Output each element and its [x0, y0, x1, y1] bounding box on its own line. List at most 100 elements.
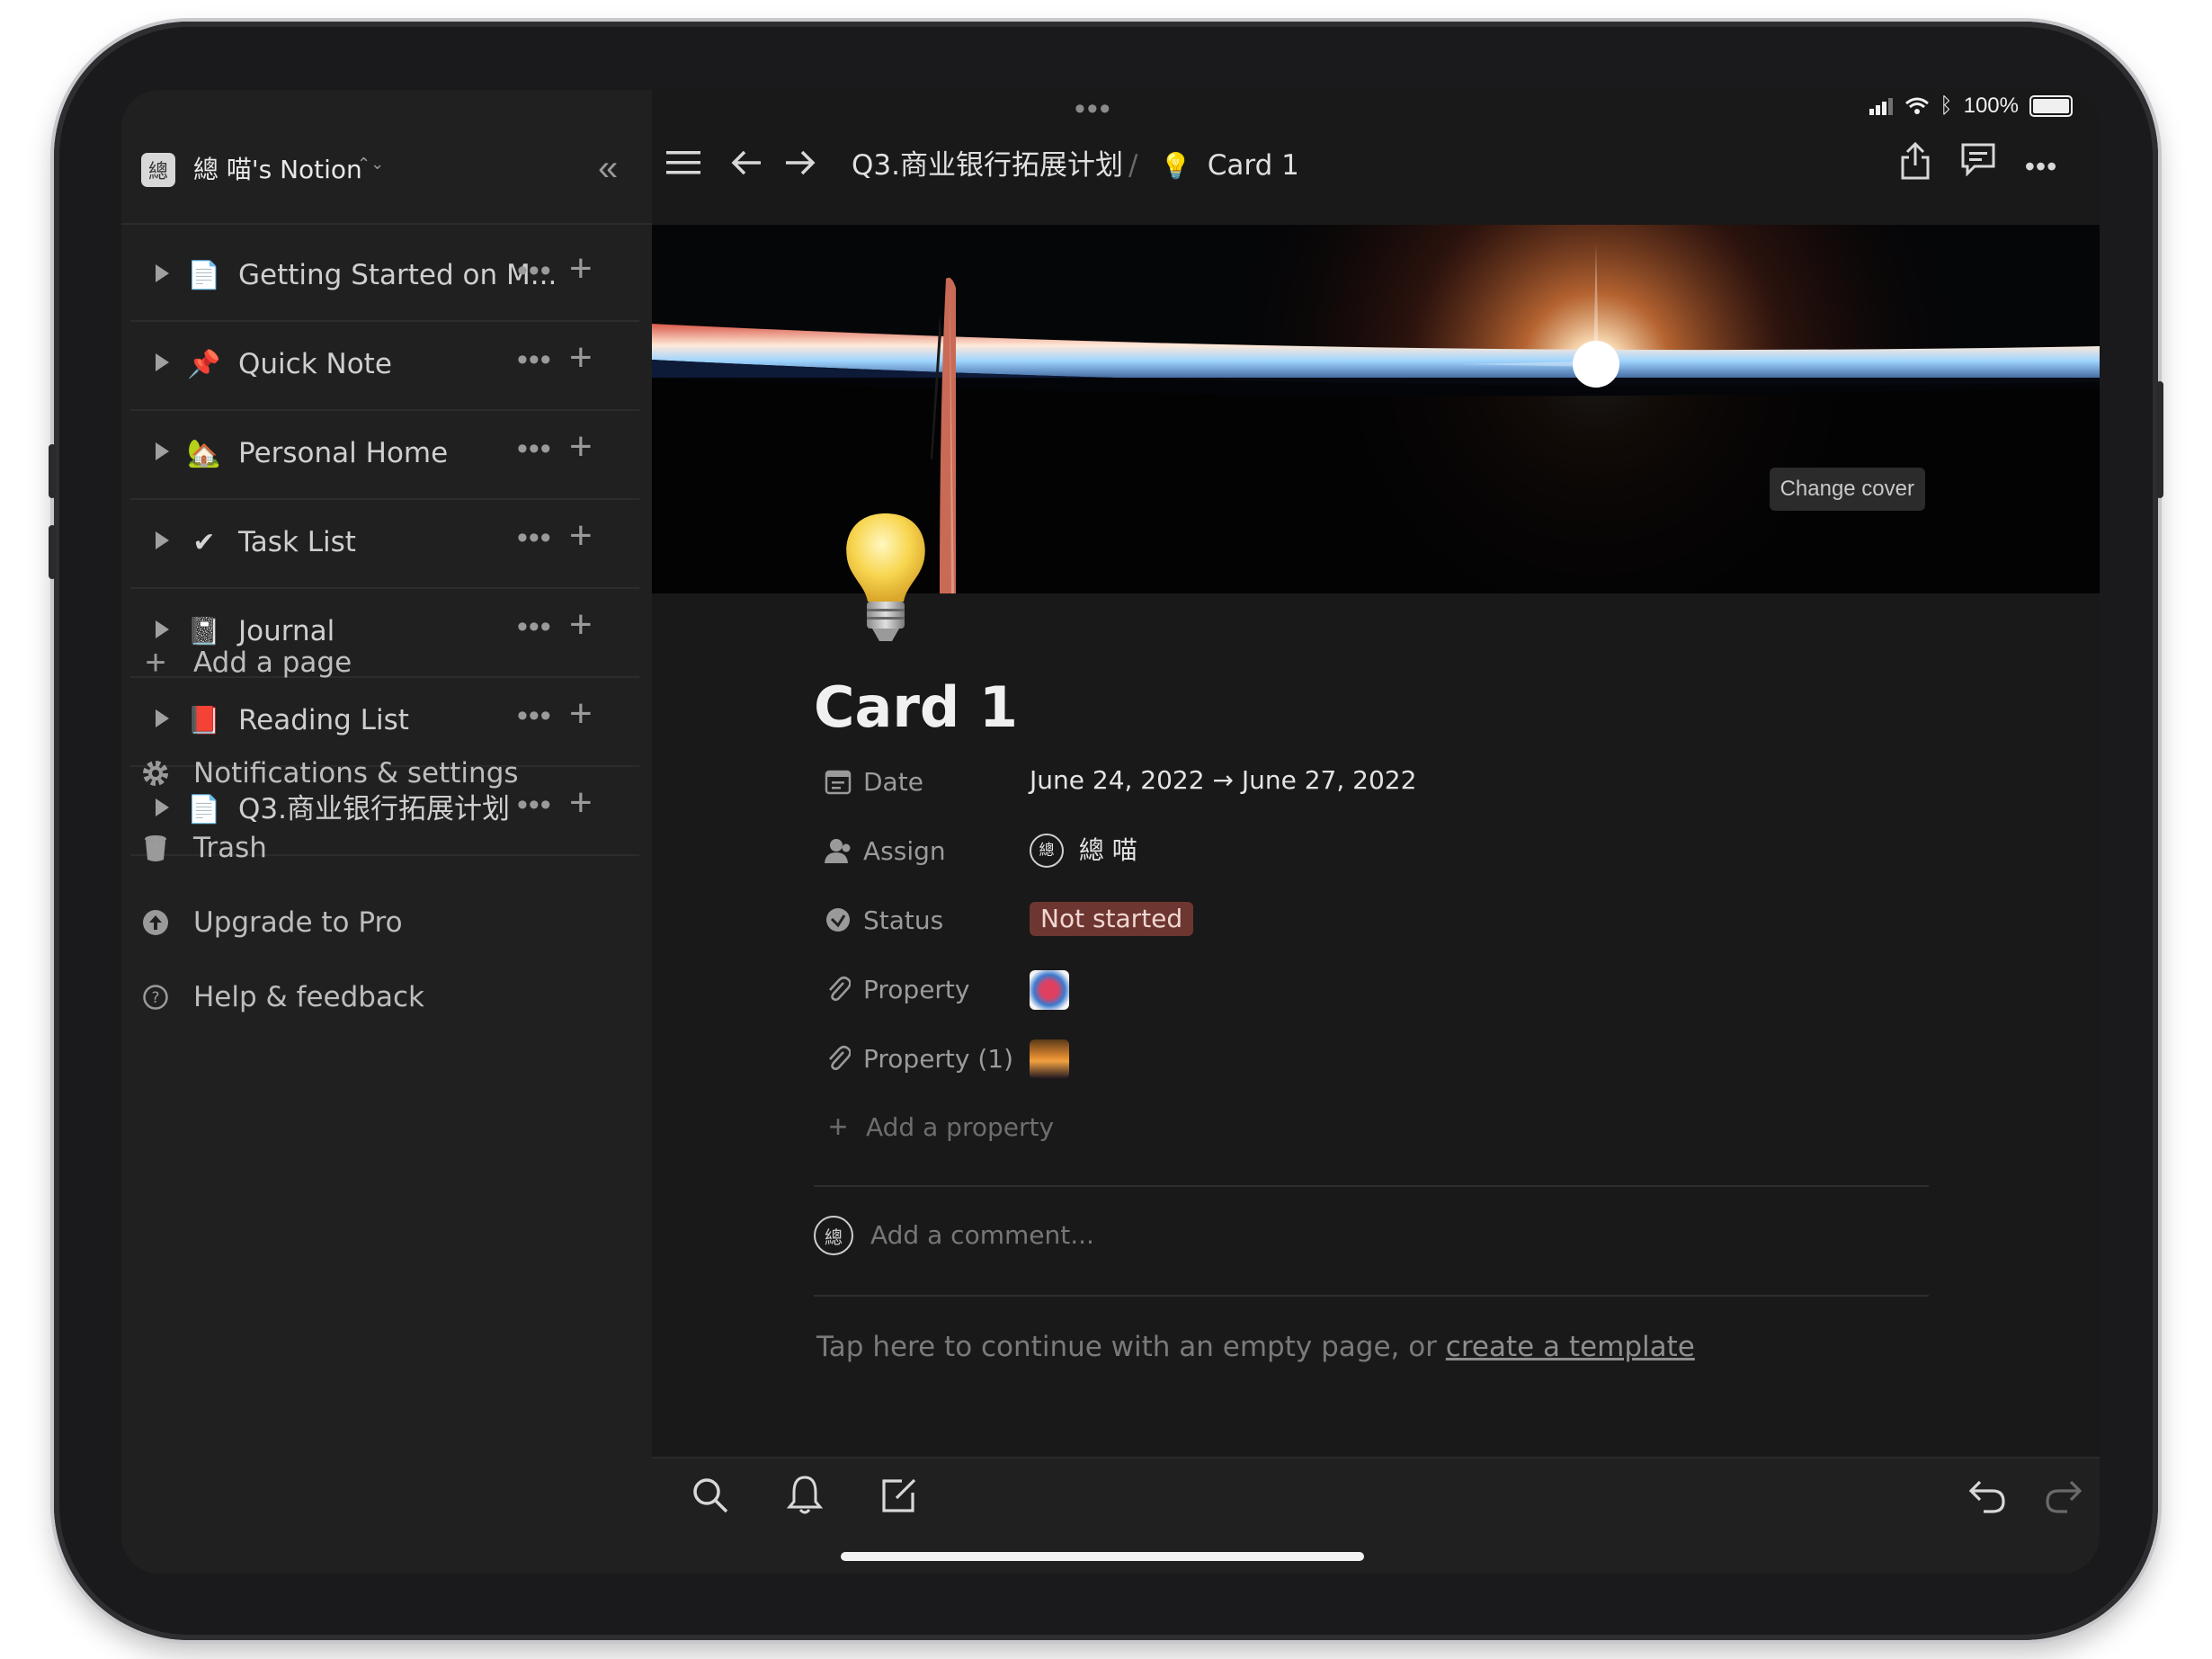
- more-options-button[interactable]: •••: [2019, 142, 2064, 187]
- sidebar-link-label: Notifications & settings: [193, 757, 519, 789]
- sidebar-page-label: Personal Home: [238, 437, 449, 469]
- add-subpage-button[interactable]: +: [569, 335, 593, 380]
- expand-toggle-icon[interactable]: [156, 798, 169, 816]
- empty-page-hint[interactable]: Tap here to continue with an empty page,…: [816, 1327, 1695, 1367]
- side-button: [49, 444, 56, 498]
- sidebar-item-notifications-settings[interactable]: Notifications & settings: [121, 746, 652, 800]
- property-value-file[interactable]: [1030, 1039, 1069, 1079]
- hamburger-icon: [666, 151, 700, 174]
- forward-button[interactable]: [778, 142, 823, 187]
- ellipsis-icon[interactable]: •••: [517, 432, 552, 467]
- undo-icon: [1968, 1480, 2005, 1513]
- property-name: Property: [863, 975, 970, 1004]
- expand-toggle-icon[interactable]: [156, 531, 169, 549]
- checkmark-icon: ✔: [192, 527, 216, 557]
- red-book-icon: 📕: [187, 705, 221, 736]
- empty-page-hint-text: Tap here to continue with an empty page,…: [816, 1331, 1446, 1363]
- expand-toggle-icon[interactable]: [156, 709, 169, 727]
- arrow-left-icon: [731, 150, 761, 175]
- sidebar-page-item[interactable]: 🏡 Personal Home ••• +: [130, 412, 639, 500]
- ellipsis-icon[interactable]: •••: [517, 343, 552, 378]
- sidebar: 總 總 喵's Notion ⌃⌄ « 📄 Getting Started on …: [121, 90, 654, 1574]
- user-avatar: 總: [814, 1216, 853, 1255]
- add-subpage-button[interactable]: +: [569, 424, 593, 469]
- new-page-button[interactable]: [872, 1475, 926, 1529]
- sidebar-link-label: Upgrade to Pro: [193, 906, 403, 939]
- expand-toggle-icon[interactable]: [156, 264, 169, 282]
- redo-button[interactable]: [2037, 1475, 2091, 1529]
- workspace-name[interactable]: 總 喵's Notion: [193, 153, 362, 187]
- property-status[interactable]: Status Not started: [814, 894, 1893, 948]
- multitasking-dots-icon[interactable]: •••: [1075, 92, 1112, 127]
- home-indicator[interactable]: [841, 1552, 1364, 1561]
- sidebar-page-item[interactable]: ✔ Task List ••• +: [130, 501, 639, 589]
- create-template-link[interactable]: create a template: [1446, 1331, 1695, 1363]
- share-button[interactable]: [1893, 141, 1938, 187]
- sidebar-page-label: Reading List: [238, 704, 409, 736]
- comment-input[interactable]: Add a comment...: [870, 1217, 1094, 1253]
- sidebar-item-trash[interactable]: Trash: [121, 821, 652, 875]
- breadcrumb-current-label: Card 1: [1207, 149, 1299, 182]
- paperclip-icon: [823, 974, 853, 1004]
- redo-icon: [2046, 1480, 2083, 1513]
- breadcrumb-separator: /: [1128, 149, 1138, 182]
- file-thumbnail[interactable]: [1030, 1039, 1069, 1079]
- comment-icon: [1961, 143, 1995, 177]
- sidebar-page-item[interactable]: 📄 Getting Started on M... ••• +: [130, 234, 639, 322]
- property-value-file[interactable]: [1030, 970, 1069, 1010]
- gear-icon: [139, 757, 172, 789]
- menu-button[interactable]: [661, 142, 706, 187]
- status-badge: Not started: [1030, 902, 1194, 936]
- svg-text:?: ?: [151, 989, 159, 1007]
- notifications-button[interactable]: [778, 1475, 832, 1529]
- add-subpage-button[interactable]: +: [569, 513, 593, 558]
- status-icon: [823, 905, 853, 935]
- change-cover-button[interactable]: Change cover: [1769, 468, 1925, 511]
- share-icon: [1901, 141, 1930, 180]
- add-property-button[interactable]: + Add a property: [814, 1101, 1893, 1155]
- property-name: Assign: [863, 836, 946, 866]
- add-subpage-button[interactable]: +: [569, 246, 593, 291]
- upgrade-icon: [139, 906, 172, 939]
- property-assign[interactable]: Assign 總 總 喵: [814, 825, 1893, 879]
- page-title[interactable]: Card 1: [814, 674, 1018, 740]
- search-button[interactable]: [683, 1475, 737, 1529]
- file-thumbnail[interactable]: [1030, 970, 1069, 1010]
- divider: [121, 223, 652, 225]
- document-icon: 📄: [187, 260, 221, 290]
- sidebar-item-upgrade[interactable]: Upgrade to Pro: [121, 896, 652, 950]
- page-icon-lightbulb[interactable]: [836, 508, 935, 652]
- sidebar-page-label: Task List: [238, 526, 356, 558]
- back-button[interactable]: [724, 142, 769, 187]
- property-value-date[interactable]: June 24, 2022 → June 27, 2022: [1030, 763, 1416, 798]
- side-button: [49, 525, 56, 579]
- divider: [814, 1295, 1929, 1297]
- property-value-assign[interactable]: 總 總 喵: [1030, 832, 1137, 869]
- property-files[interactable]: Property: [814, 963, 1893, 1017]
- property-date[interactable]: Date June 24, 2022 → June 27, 2022: [814, 755, 1893, 809]
- property-value-status[interactable]: Not started: [1030, 901, 1194, 937]
- bell-icon: [786, 1476, 824, 1514]
- expand-toggle-icon[interactable]: [156, 442, 169, 460]
- expand-toggle-icon[interactable]: [156, 353, 169, 371]
- plus-icon: +: [145, 642, 166, 682]
- add-page-button[interactable]: + Add a page: [121, 636, 652, 690]
- collapse-sidebar-button[interactable]: «: [598, 146, 618, 191]
- sidebar-page-label: Getting Started on M...: [238, 259, 557, 291]
- ellipsis-icon[interactable]: •••: [517, 521, 552, 556]
- property-files-1[interactable]: Property (1): [814, 1032, 1893, 1086]
- bluetooth-icon: ᛒ: [1940, 94, 1953, 118]
- breadcrumb-parent[interactable]: Q3.商业银行拓展计划: [852, 146, 1123, 185]
- ellipsis-icon[interactable]: •••: [517, 254, 552, 289]
- sidebar-item-help[interactable]: ? Help & feedback: [121, 970, 652, 1024]
- undo-button[interactable]: [1960, 1475, 2014, 1529]
- add-subpage-button[interactable]: +: [569, 691, 593, 736]
- ellipsis-icon[interactable]: •••: [517, 699, 552, 734]
- breadcrumb-current[interactable]: 💡 Card 1: [1160, 146, 1299, 185]
- workspace-avatar[interactable]: 總: [141, 153, 175, 187]
- comments-button[interactable]: [1956, 142, 2001, 187]
- sidebar-page-item[interactable]: 📌 Quick Note ••• +: [130, 323, 639, 411]
- house-icon: 🏡: [187, 438, 221, 468]
- arrow-right-icon: [786, 150, 816, 175]
- workspace-switch-icon[interactable]: ⌃⌄: [357, 156, 384, 172]
